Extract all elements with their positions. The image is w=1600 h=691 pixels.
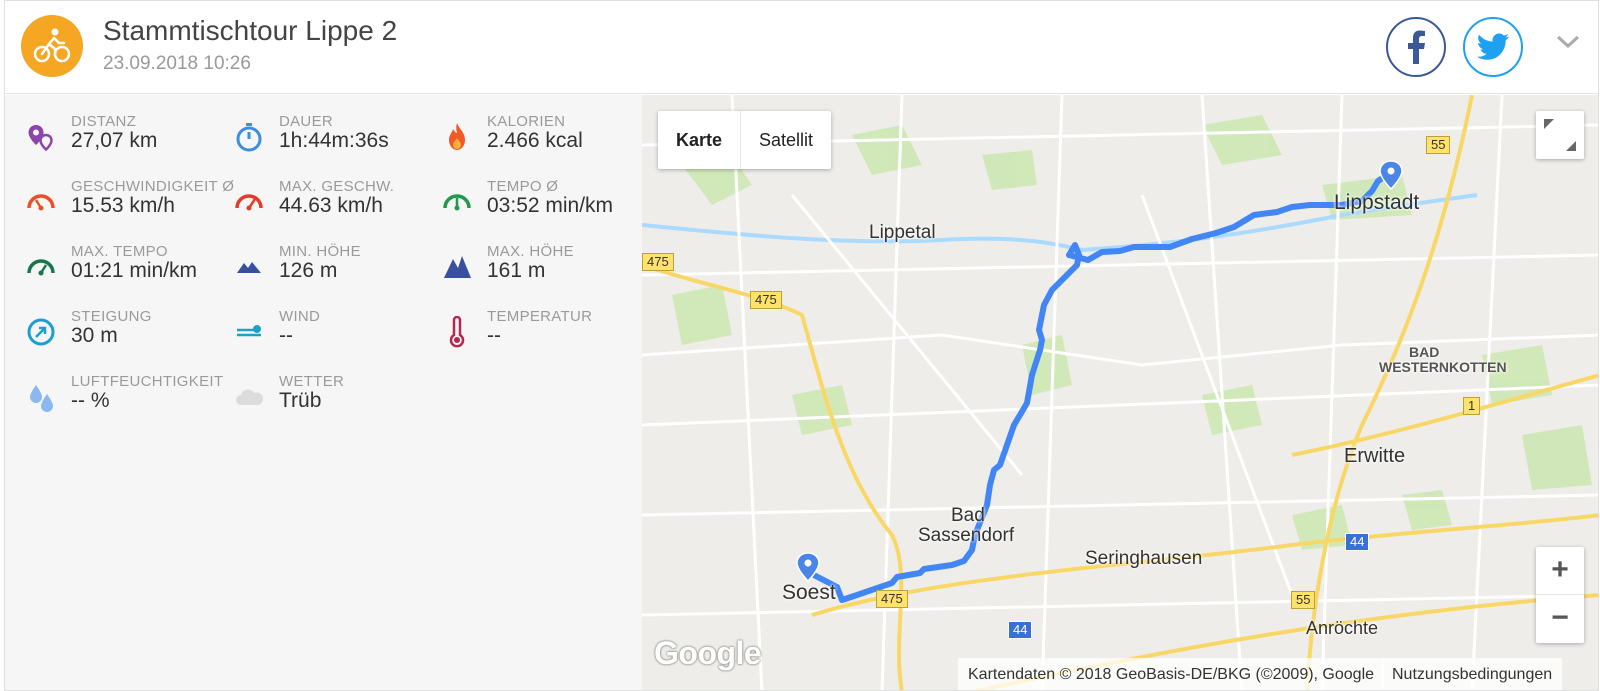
stat-label: DAUER	[279, 113, 334, 130]
stat-label: GESCHWINDIGKEIT Ø	[71, 178, 235, 195]
mountain-high-icon	[444, 256, 471, 278]
stat-label: STEIGUNG	[71, 308, 152, 325]
pace-icon	[443, 194, 471, 211]
map-label-seringhausen: Seringhausen	[1085, 548, 1203, 569]
activity-header: Stammtischtour Lippe 2 23.09.2018 10:26	[5, 1, 1598, 94]
stat-label: KALORIEN	[487, 113, 566, 130]
stat-value: 03:52 min/km	[487, 194, 614, 217]
stopwatch-icon	[236, 123, 262, 152]
stat-label: LUFTFEUCHTIGKEIT	[71, 373, 224, 390]
stat-label: WIND	[279, 308, 321, 325]
map-type-control: Karte Satellit	[658, 111, 832, 169]
ascent-icon	[27, 318, 55, 346]
stat-label: WETTER	[279, 373, 345, 390]
wind-icon	[237, 325, 261, 337]
twitter-share-button[interactable]	[1463, 17, 1523, 77]
cloud-icon	[236, 389, 263, 405]
road-shield-55: 55	[1291, 591, 1316, 609]
activity-card: Stammtischtour Lippe 2 23.09.2018 10:26 …	[4, 0, 1599, 691]
activity-title: Stammtischtour Lippe 2	[103, 15, 398, 46]
stat-value: --	[487, 324, 501, 347]
stat-label: MAX. TEMPO	[71, 243, 168, 260]
stat-value: 2.466 kcal	[487, 129, 583, 152]
distance-pin-icon	[28, 125, 53, 152]
stat-value: -- %	[71, 389, 110, 412]
map-label-anroechte: Anröchte	[1306, 618, 1379, 638]
road-shield-44: 44	[1008, 621, 1033, 639]
fullscreen-icon	[1544, 119, 1576, 151]
stat-avg-pace: TEMPO Ø 03:52 min/km	[441, 178, 651, 228]
stat-min-altitude: MIN. HÖHE 126 m	[233, 243, 443, 293]
bicycle-icon	[21, 15, 83, 77]
stat-label: TEMPO Ø	[487, 178, 559, 195]
map-label-bad-sassendorf-2: Sassendorf	[918, 525, 1015, 546]
stat-value: Trüb	[279, 389, 322, 412]
facebook-icon	[1408, 30, 1425, 64]
flame-icon	[449, 123, 465, 150]
stat-max-altitude: MAX. HÖHE 161 m	[441, 243, 651, 293]
speedometer-max-icon	[235, 194, 263, 211]
map-label-soest: Soest	[782, 581, 836, 604]
map-attribution: Kartendaten © 2018 GeoBasis-DE/BKG (©200…	[958, 658, 1385, 690]
twitter-icon	[1477, 33, 1509, 60]
stat-weather: WETTER Trüb	[233, 373, 443, 423]
stat-duration: DAUER 1h:44m:36s	[233, 113, 443, 163]
stat-value: 01:21 min/km	[71, 259, 198, 282]
zoom-control: + −	[1536, 547, 1584, 643]
stat-ascent: STEIGUNG 30 m	[25, 308, 235, 358]
fullscreen-button[interactable]	[1536, 111, 1584, 159]
stat-value: 44.63 km/h	[279, 194, 383, 217]
road-shield-44: 44	[1345, 533, 1370, 551]
stat-distance: DISTANZ 27,07 km	[25, 113, 235, 163]
road-shield-1: 1	[1463, 397, 1481, 415]
stat-label: TEMPERATUR	[487, 308, 593, 325]
road-shield-475: 475	[876, 590, 908, 608]
pace-max-icon	[27, 259, 55, 276]
map-label-bad-westernkotten-2: WESTERNKOTTEN	[1379, 359, 1507, 375]
speedometer-icon	[27, 194, 55, 211]
stat-value: 126 m	[279, 259, 338, 282]
stat-value: --	[279, 324, 293, 347]
stat-temperature: TEMPERATUR --	[441, 308, 651, 358]
facebook-share-button[interactable]	[1386, 17, 1446, 77]
map-label-lippstadt: Lippstadt	[1334, 191, 1420, 214]
map-type-karte-button[interactable]: Karte	[658, 111, 742, 169]
stat-max-pace: MAX. TEMPO 01:21 min/km	[25, 243, 235, 293]
map-type-satellit-button[interactable]: Satellit	[741, 111, 831, 169]
stat-wind: WIND --	[233, 308, 443, 358]
stat-value: 30 m	[71, 324, 118, 347]
stats-panel: DISTANZ 27,07 km DAUER 1h:44m:36s KALORI…	[5, 95, 642, 690]
road-shield-475: 475	[642, 253, 674, 271]
stat-humidity: LUFTFEUCHTIGKEIT -- %	[25, 373, 235, 423]
stat-label: MAX. GESCHW.	[279, 178, 395, 195]
road-shield-55: 55	[1426, 136, 1451, 154]
google-logo: Google	[654, 635, 762, 671]
map-label-bad-sassendorf-1: Bad	[951, 505, 985, 526]
map-label-erwitte: Erwitte	[1344, 445, 1406, 467]
stat-value: 15.53 km/h	[71, 194, 175, 217]
stat-label: MAX. HÖHE	[487, 243, 574, 260]
stat-max-speed: MAX. GESCHW. 44.63 km/h	[233, 178, 443, 228]
humidity-icon	[30, 385, 53, 412]
stat-label: MIN. HÖHE	[279, 243, 361, 260]
map-label-bad-westernkotten-1: BAD	[1409, 344, 1440, 360]
stat-value: 1h:44m:36s	[279, 129, 389, 152]
chevron-down-icon[interactable]	[1555, 33, 1581, 51]
stat-label: DISTANZ	[71, 113, 137, 130]
mountain-low-icon	[237, 262, 261, 273]
thermometer-icon	[449, 316, 465, 348]
stat-value: 161 m	[487, 259, 546, 282]
stat-calories: KALORIEN 2.466 kcal	[441, 113, 651, 163]
road-shield-475: 475	[750, 291, 782, 309]
stat-value: 27,07 km	[71, 129, 158, 152]
zoom-out-button[interactable]: −	[1536, 595, 1584, 643]
map-terms-link[interactable]: Nutzungsbedingungen	[1382, 658, 1563, 690]
route-map[interactable]: Lippetal Lippstadt BAD WESTERNKOTTEN Erw…	[642, 95, 1598, 690]
zoom-in-button[interactable]: +	[1536, 547, 1584, 595]
stat-avg-speed: GESCHWINDIGKEIT Ø 15.53 km/h	[25, 178, 235, 228]
map-label-lippetal: Lippetal	[869, 222, 936, 243]
activity-date: 23.09.2018 10:26	[103, 53, 251, 74]
